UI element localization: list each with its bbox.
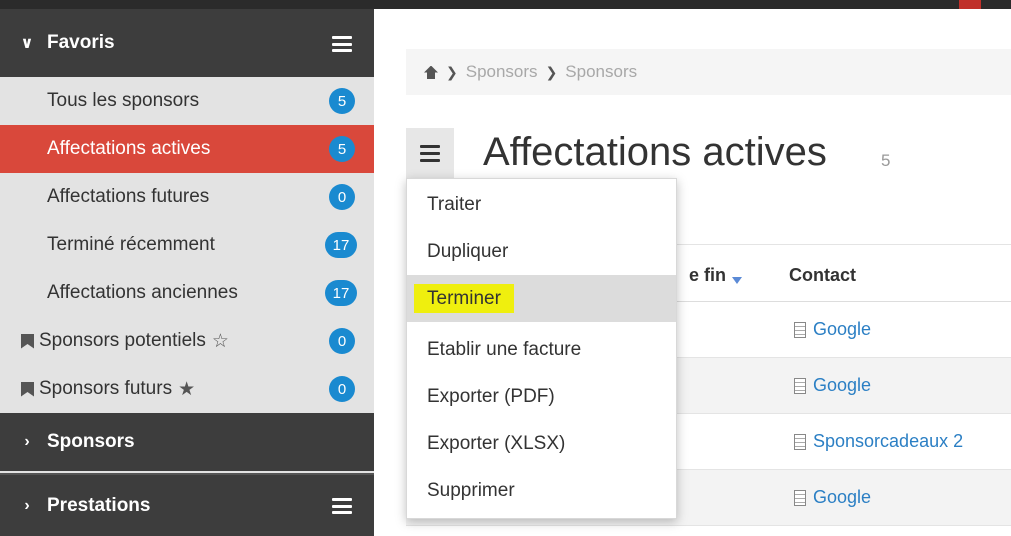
- sidebar-item-affectations-anciennes[interactable]: Affectations anciennes 17: [0, 269, 374, 317]
- count-badge: 17: [325, 280, 357, 306]
- breadcrumb-item[interactable]: Sponsors: [466, 62, 538, 82]
- actions-menu-button[interactable]: [406, 128, 454, 178]
- contact-link[interactable]: Google: [794, 487, 871, 508]
- top-bar-accent: [959, 0, 981, 9]
- star-outline-icon: ☆: [211, 330, 229, 352]
- column-header-contact[interactable]: Contact: [789, 265, 856, 286]
- prestations-section-header[interactable]: › Prestations: [0, 473, 374, 536]
- count-badge: 5: [329, 136, 355, 162]
- section-label: Prestations: [47, 494, 151, 516]
- column-header-date-fin[interactable]: e fin: [689, 265, 743, 286]
- sort-desc-icon: [732, 277, 743, 284]
- sidebar-item-label: Affectations futures: [47, 186, 210, 207]
- building-icon: [794, 377, 806, 394]
- sidebar: ∨ Favoris Tous les sponsors 5 Affectatio…: [0, 9, 374, 536]
- count-badge: 17: [325, 232, 357, 258]
- sidebar-item-sponsors-futurs[interactable]: Sponsors futurs ★ 0: [0, 365, 374, 413]
- sidebar-item-label: Sponsors potentiels: [39, 330, 206, 351]
- sidebar-item-termine-recemment[interactable]: Terminé récemment 17: [0, 221, 374, 269]
- count-badge: 0: [329, 328, 355, 354]
- menu-item-terminer[interactable]: Terminer: [407, 275, 676, 322]
- sidebar-item-tous-les-sponsors[interactable]: Tous les sponsors 5: [0, 77, 374, 125]
- menu-item-dupliquer[interactable]: Dupliquer: [407, 228, 676, 275]
- sponsors-section-header[interactable]: › Sponsors: [0, 413, 374, 471]
- bookmark-icon: [21, 381, 34, 397]
- favoris-menu-icon[interactable]: [332, 36, 352, 52]
- chevron-right-icon: ›: [24, 433, 30, 450]
- building-icon: [794, 321, 806, 338]
- chevron-down-icon: ∨: [20, 35, 34, 52]
- breadcrumb-item[interactable]: Sponsors: [565, 62, 637, 82]
- sidebar-item-label: Terminé récemment: [47, 234, 215, 255]
- sidebar-item-label: Affectations actives: [47, 138, 211, 159]
- contact-link[interactable]: Sponsorcadeaux 2: [794, 431, 963, 452]
- chevron-right-icon: ❯: [446, 63, 458, 80]
- menu-item-traiter[interactable]: Traiter: [407, 181, 676, 228]
- menu-item-exporter-pdf[interactable]: Exporter (PDF): [407, 373, 676, 420]
- actions-dropdown-menu: Traiter Dupliquer Terminer Etablir une f…: [406, 178, 677, 519]
- prestations-menu-icon[interactable]: [332, 498, 352, 514]
- top-bar: [0, 0, 1011, 9]
- menu-item-etablir-une-facture[interactable]: Etablir une facture: [407, 326, 676, 373]
- star-filled-icon: ★: [178, 378, 196, 400]
- chevron-right-icon: ›: [24, 496, 30, 514]
- sidebar-item-label: Tous les sponsors: [47, 90, 200, 111]
- sidebar-item-affectations-actives[interactable]: Affectations actives 5: [0, 125, 374, 173]
- chevron-right-icon: ❯: [545, 63, 558, 80]
- contact-link[interactable]: Google: [794, 319, 871, 340]
- count-badge: 0: [329, 376, 355, 402]
- page-title: Affectations actives: [483, 130, 827, 174]
- breadcrumb: ❯ Sponsors ❯ Sponsors: [406, 49, 1011, 95]
- favoris-header[interactable]: ∨ Favoris: [0, 9, 374, 77]
- home-icon[interactable]: [424, 66, 438, 79]
- building-icon: [794, 489, 806, 506]
- building-icon: [794, 433, 806, 450]
- bookmark-icon: [21, 333, 34, 349]
- page-title-count: 5: [881, 151, 891, 170]
- sidebar-item-affectations-futures[interactable]: Affectations futures 0: [0, 173, 374, 221]
- menu-item-supprimer[interactable]: Supprimer: [407, 467, 676, 514]
- contact-link[interactable]: Google: [794, 375, 871, 396]
- menu-item-exporter-xlsx[interactable]: Exporter (XLSX): [407, 420, 676, 467]
- favoris-header-label: Favoris: [47, 32, 115, 53]
- sidebar-item-label: Sponsors futurs: [39, 378, 173, 399]
- count-badge: 0: [329, 184, 355, 210]
- sidebar-item-sponsors-potentiels[interactable]: Sponsors potentiels ☆ 0: [0, 317, 374, 365]
- count-badge: 5: [329, 88, 355, 114]
- section-label: Sponsors: [47, 431, 135, 452]
- sidebar-item-label: Affectations anciennes: [47, 282, 238, 303]
